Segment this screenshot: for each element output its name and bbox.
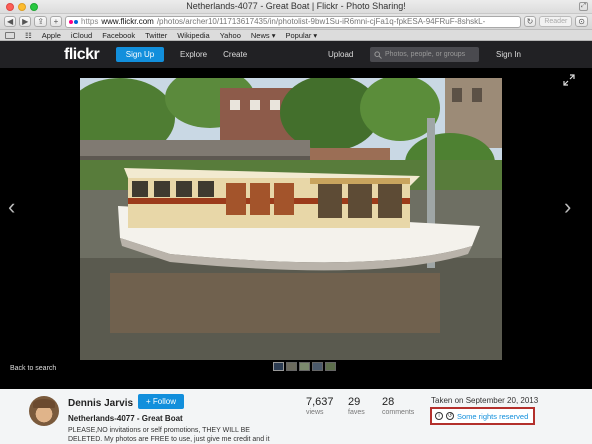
show-all-bookmarks-icon[interactable]: ☷: [25, 31, 32, 40]
bookmark-item[interactable]: Yahoo: [220, 31, 241, 40]
cc-attribution-icon: i: [435, 412, 443, 420]
bookmark-item[interactable]: Popular ▾: [285, 31, 317, 40]
views-count: 7,637: [306, 396, 334, 408]
bookmark-item[interactable]: iCloud: [71, 31, 92, 40]
reader-button[interactable]: Reader: [539, 16, 573, 27]
photo-viewer: ‹ › Back to search: [0, 68, 592, 405]
cc-share-alike-icon: ↺: [446, 412, 454, 420]
signup-button[interactable]: Sign Up: [116, 47, 164, 62]
url-path: /photos/archer10/11713617435/in/photolis…: [156, 17, 486, 26]
main-photo[interactable]: [80, 78, 502, 360]
bookmarks-book-icon[interactable]: [5, 31, 15, 39]
photostream-thumbnails: [273, 362, 336, 371]
signin-link[interactable]: Sign In: [496, 50, 521, 59]
faves-stat: 29 faves: [348, 396, 365, 416]
comments-stat: 28 comments: [382, 396, 414, 416]
search-input[interactable]: Photos, people, or groups: [370, 47, 479, 62]
share-icon[interactable]: ⇪: [34, 16, 48, 27]
back-to-search-link[interactable]: Back to search: [10, 365, 56, 372]
downloads-icon[interactable]: ⊙: [575, 16, 588, 27]
fullscreen-icon[interactable]: ⤢: [579, 2, 588, 11]
thumbnail[interactable]: [299, 362, 310, 371]
site-header: flickr Sign Up Explore Create Upload Pho…: [0, 41, 592, 68]
previous-photo-arrow-icon[interactable]: ‹: [8, 194, 15, 220]
username-link[interactable]: Dennis Jarvis: [68, 398, 133, 409]
license-link[interactable]: Some rights reserved: [457, 412, 528, 421]
follow-button[interactable]: + Follow: [138, 394, 184, 409]
window-title: Netherlands-4077 - Great Boat | Flickr -…: [186, 1, 406, 11]
url-host: www.flickr.com: [101, 17, 154, 26]
reload-icon[interactable]: ↻: [523, 16, 537, 27]
views-label: views: [306, 409, 324, 416]
thumbnail[interactable]: [286, 362, 297, 371]
comments-count: 28: [382, 396, 395, 408]
avatar[interactable]: [29, 396, 59, 426]
bookmark-item[interactable]: Twitter: [145, 31, 167, 40]
create-link[interactable]: Create: [223, 50, 247, 59]
views-stat: 7,637 views: [306, 396, 334, 416]
license-box[interactable]: i ↺ Some rights reserved: [430, 407, 535, 425]
expand-icon[interactable]: [563, 74, 575, 86]
thumbnail[interactable]: [273, 362, 284, 371]
explore-link[interactable]: Explore: [180, 50, 207, 59]
flickr-favicon-icon: [69, 19, 79, 24]
comments-label: comments: [382, 409, 415, 416]
window-titlebar: Netherlands-4077 - Great Boat | Flickr -…: [0, 0, 592, 14]
address-bar[interactable]: https www.flickr.com/photos/archer10/117…: [65, 15, 521, 28]
search-placeholder: Photos, people, or groups: [385, 51, 466, 58]
thumbnail[interactable]: [325, 362, 336, 371]
date-taken: Taken on September 20, 2013: [431, 396, 539, 405]
faves-label: faves: [348, 409, 365, 416]
photo-info-panel: Dennis Jarvis + Follow Netherlands-4077 …: [0, 389, 592, 444]
thumbnail[interactable]: [312, 362, 323, 371]
back-icon[interactable]: ◀: [4, 16, 17, 27]
bookmark-item[interactable]: News ▾: [251, 31, 276, 40]
bookmarks-bar: ☷ Apple iCloud Facebook Twitter Wikipedi…: [0, 30, 592, 41]
bookmark-item[interactable]: Wikipedia: [177, 31, 210, 40]
flickr-logo[interactable]: flickr: [64, 46, 116, 64]
faves-count: 29: [348, 396, 361, 408]
bookmark-item[interactable]: Apple: [42, 31, 61, 40]
url-scheme: https: [81, 17, 99, 26]
forward-icon[interactable]: ▶: [19, 16, 32, 27]
add-tab-icon[interactable]: +: [50, 16, 63, 27]
photo-description: PLEASE,NO invitations or self promotions…: [68, 427, 270, 443]
photo-title: Netherlands-4077 - Great Boat: [68, 414, 183, 423]
search-icon: [374, 50, 382, 59]
upload-link[interactable]: Upload: [328, 50, 353, 59]
browser-toolbar: ◀ ▶ ⇪ + https www.flickr.com/photos/arch…: [0, 14, 592, 30]
bookmark-item[interactable]: Facebook: [102, 31, 135, 40]
next-photo-arrow-icon[interactable]: ›: [564, 194, 571, 220]
